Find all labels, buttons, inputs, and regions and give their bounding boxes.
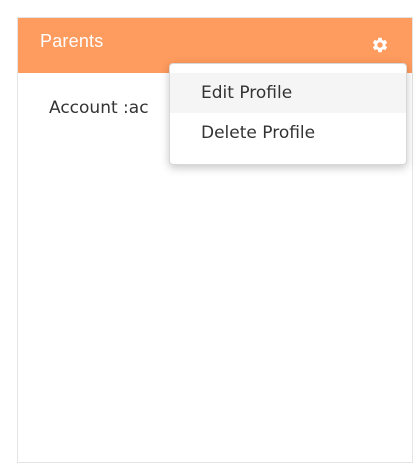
- account-text: Account :ac: [49, 98, 149, 118]
- edit-profile-menu-item[interactable]: Edit Profile: [170, 73, 406, 113]
- gear-icon: [372, 37, 388, 53]
- delete-profile-menu-item[interactable]: Delete Profile: [170, 113, 406, 153]
- panel-title: Parents: [40, 31, 104, 51]
- settings-dropdown-menu: Edit Profile Delete Profile: [169, 63, 407, 165]
- settings-button[interactable]: [368, 33, 392, 57]
